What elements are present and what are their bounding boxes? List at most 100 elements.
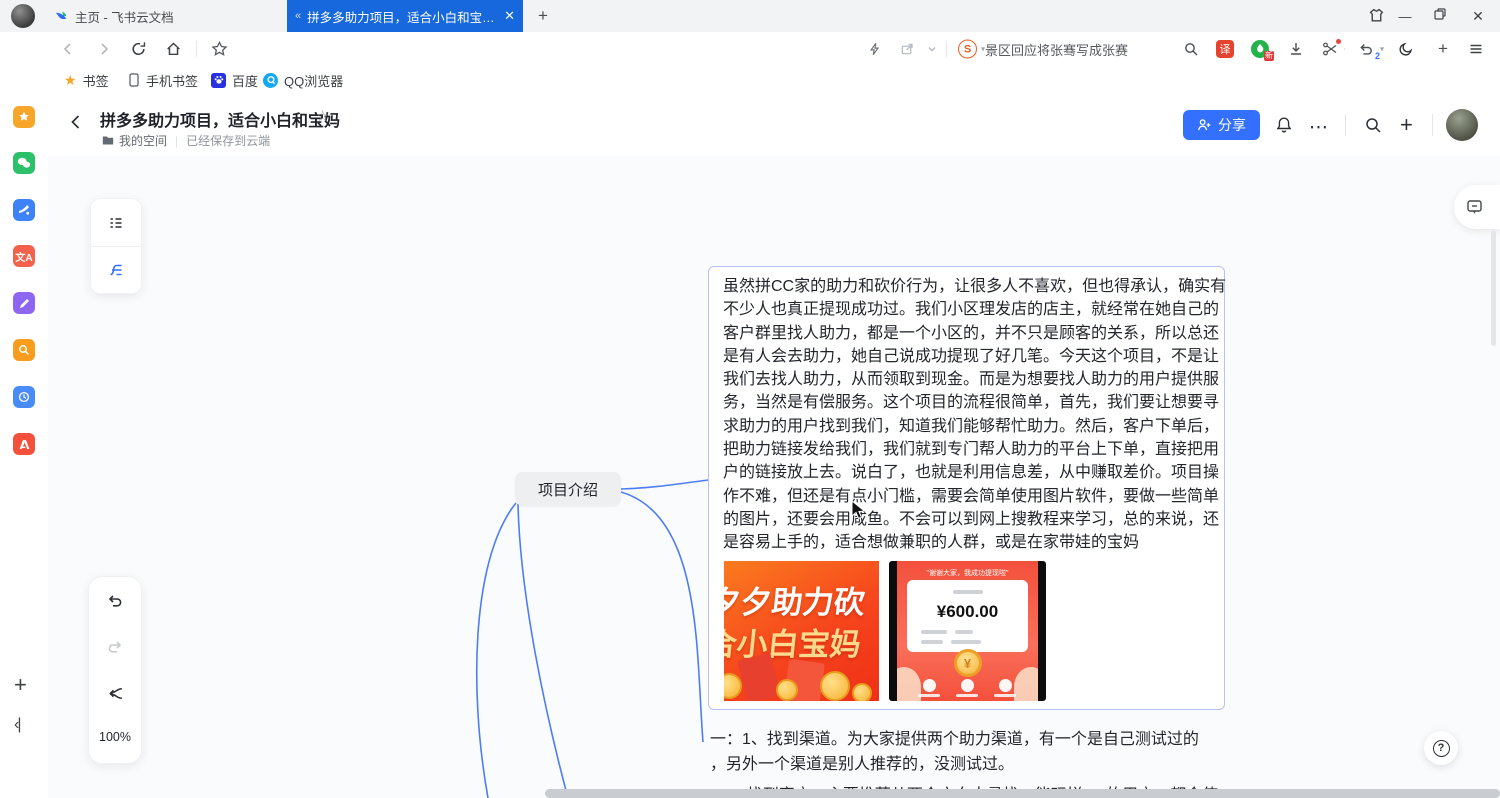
add-icon[interactable]: +: [1434, 40, 1452, 58]
zoom-level-button[interactable]: 100%: [89, 716, 141, 758]
horizontal-scrollbar[interactable]: [545, 789, 1500, 798]
window-close-button[interactable]: ✕: [1469, 7, 1487, 25]
bookmark-folder[interactable]: ★ 书签: [64, 66, 109, 94]
redo-button[interactable]: [89, 624, 141, 670]
browser-profile-avatar[interactable]: [11, 4, 35, 28]
coin-icon: ¥: [954, 649, 982, 677]
bookmark-label: 书签: [83, 71, 109, 90]
phone-screen: "谢谢大家，我成功提现啦" ¥600.00 ¥: [897, 561, 1038, 701]
meta-divider: |: [175, 134, 178, 148]
doc-star-icon[interactable]: ☆: [316, 107, 329, 125]
share-caret-icon[interactable]: [927, 44, 937, 54]
doc-title: 拼多多助力项目，适合小白和宝妈: [100, 107, 340, 131]
redo-icon: [106, 638, 124, 656]
tab-close-icon[interactable]: ✕: [504, 8, 515, 24]
header-divider: [1432, 114, 1433, 136]
bookmark-qq-browser[interactable]: QQ浏览器: [263, 66, 343, 94]
notes-pen-icon[interactable]: [13, 292, 35, 314]
tab-active-document[interactable]: « 拼多多助力项目，适合小白和宝妈 - ✕: [287, 0, 523, 32]
back-icon[interactable]: [60, 41, 76, 57]
strip-add-icon[interactable]: +: [14, 672, 27, 698]
minimize-button[interactable]: —: [1396, 8, 1414, 24]
dark-mode-moon-icon[interactable]: [1398, 41, 1414, 57]
history-clock-icon[interactable]: [13, 386, 35, 408]
share-label: 分享: [1218, 115, 1246, 135]
vertical-scrollbar[interactable]: [1491, 231, 1496, 346]
wallet-new-icon[interactable]: 新: [1251, 40, 1269, 58]
mindmap-node-intro[interactable]: 项目介绍: [515, 472, 621, 506]
gold-coin: [820, 671, 850, 701]
more-options-icon[interactable]: ⋯: [1309, 116, 1329, 139]
feishu-favicon: [54, 9, 69, 24]
outline-view-button[interactable]: [91, 199, 141, 246]
browser-side-app-strip: 文A + ‹|: [0, 94, 48, 798]
gold-coin: [776, 679, 798, 701]
doc-add-icon[interactable]: +: [1400, 112, 1413, 138]
tab-feishu-home[interactable]: 主页 - 飞书云文档: [44, 0, 282, 32]
wechat-icon[interactable]: [13, 152, 35, 174]
skin-theme-icon[interactable]: [1368, 7, 1385, 24]
hand-right: [1014, 667, 1038, 701]
tab-back-chevron-icon: «: [295, 10, 301, 22]
mindmap-view-button[interactable]: [91, 247, 141, 293]
search-app-icon[interactable]: [13, 339, 35, 361]
screen-translate-icon[interactable]: 文A: [13, 245, 35, 267]
outline-list-icon: [107, 214, 125, 232]
browser-toolbar: S ▾ 景区回应将张骞写成张赛 译 新 · 2 ▾ +: [0, 32, 1500, 66]
notification-dot: [1336, 39, 1341, 44]
lightning-icon[interactable]: [868, 42, 882, 56]
undo-caret-icon[interactable]: ▾: [1380, 45, 1384, 54]
scissors-caret-icon[interactable]: ·: [1343, 45, 1346, 54]
doc-search-icon[interactable]: [1364, 116, 1382, 134]
tab-title: 主页 - 飞书云文档: [75, 7, 266, 26]
pdf-adobe-icon[interactable]: [13, 433, 35, 455]
comment-icon: [1466, 199, 1483, 215]
bookmark-phone[interactable]: 手机书签: [128, 66, 198, 94]
translate-icon[interactable]: 译: [1216, 40, 1234, 58]
mindmap-canvas[interactable]: 100% 项目介绍 虽然拼CC家的助力和砍价行为，让很多人不喜欢，但也得承认，确…: [48, 156, 1500, 798]
undo-history-icon[interactable]: 2: [1358, 41, 1374, 57]
hot-search-text[interactable]: 景区回应将张骞写成张赛: [985, 32, 1128, 66]
sogou-logo-icon[interactable]: S: [958, 40, 977, 59]
undo-button[interactable]: [89, 577, 141, 624]
screenshot-scissors-icon[interactable]: [1322, 41, 1338, 57]
folder-icon: [102, 135, 114, 146]
new-tab-button[interactable]: +: [533, 6, 553, 26]
withdraw-card: ¥600.00: [907, 580, 1028, 652]
promo-image-text1: 夕夕助力砍: [724, 577, 867, 622]
withdraw-screenshot-image[interactable]: "谢谢大家，我成功提现啦" ¥600.00 ¥: [889, 561, 1046, 701]
canvas-tools-panel: 100%: [88, 576, 142, 764]
bookmark-baidu[interactable]: 百度: [211, 66, 258, 94]
toolbar-divider: [196, 41, 197, 57]
strip-collapse-icon[interactable]: ‹|: [14, 716, 19, 734]
translate-page-icon[interactable]: [13, 199, 35, 221]
undo-icon: [106, 592, 124, 610]
comments-tab[interactable]: [1454, 185, 1500, 229]
search-icon[interactable]: [1183, 41, 1199, 57]
fit-branches-button[interactable]: [89, 670, 141, 716]
notifications-bell-icon[interactable]: [1275, 116, 1293, 134]
withdraw-amount: ¥600.00: [907, 602, 1028, 622]
document-header: 拼多多助力项目，适合小白和宝妈 ☆ 我的空间 | 已经保存到云端 分享 ⋯ +: [48, 94, 1500, 156]
download-icon[interactable]: [1288, 41, 1304, 57]
mindmap-node-content[interactable]: 虽然拼CC家的助力和砍价行为，让很多人不喜欢，但也得承认，确实有 不少人也真正提…: [708, 266, 1225, 710]
share-page-icon[interactable]: [900, 42, 915, 57]
bookmark-star-icon: ★: [64, 72, 77, 89]
promo-image[interactable]: 夕夕助力砍 合小白宝妈: [724, 561, 879, 701]
home-icon[interactable]: [165, 41, 182, 58]
doc-back-icon[interactable]: [66, 112, 86, 132]
doc-space[interactable]: 我的空间: [102, 132, 167, 149]
refresh-icon[interactable]: [130, 41, 147, 58]
mindmap-node-steps[interactable]: 一：1、找到渠道。为大家提供两个助力渠道，有一个是自己测试过的 ，另外一个渠道是…: [710, 727, 1199, 777]
help-button[interactable]: ?: [1424, 731, 1458, 765]
favorite-star-icon[interactable]: [211, 41, 228, 58]
share-button[interactable]: 分享: [1183, 110, 1260, 140]
mouse-cursor: [851, 500, 867, 522]
favorites-star-icon[interactable]: [13, 106, 35, 128]
user-avatar[interactable]: [1446, 109, 1478, 141]
withdraw-quote: "谢谢大家，我成功提现啦": [897, 568, 1038, 578]
menu-icon[interactable]: [1468, 41, 1484, 57]
restore-button[interactable]: [1433, 7, 1447, 21]
forward-icon[interactable]: [96, 41, 112, 57]
header-divider: [1345, 114, 1346, 136]
